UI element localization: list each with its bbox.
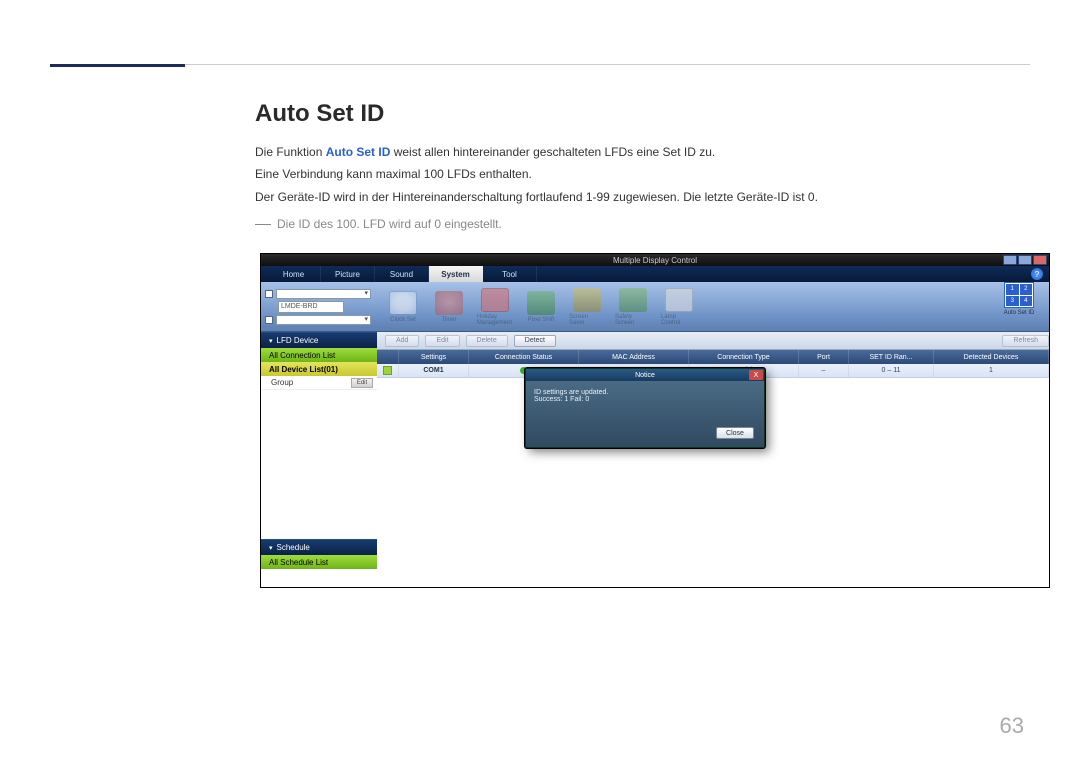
th-settings: Settings: [399, 350, 469, 364]
th-port: Port: [799, 350, 849, 364]
paragraph-3: Der Geräte-ID wird in der Hintereinander…: [255, 187, 1035, 207]
note-text: Die ID des 100. LFD wird auf 0 eingestel…: [277, 217, 502, 231]
sidebar: LFD Device All Connection List All Devic…: [261, 332, 377, 587]
help-button[interactable]: ?: [1031, 268, 1043, 280]
edit-button[interactable]: Edit: [351, 378, 373, 388]
cell-detected: 1: [934, 364, 1049, 377]
sidebar-header-schedule[interactable]: Schedule: [261, 539, 377, 555]
tab-sound[interactable]: Sound: [375, 266, 429, 282]
th-setid-range: SET ID Ran...: [849, 350, 934, 364]
cell-settings: COM1: [399, 364, 469, 377]
cell-range: 0 – 11: [849, 364, 934, 377]
clock-set-icon[interactable]: Clock Set: [385, 291, 421, 323]
window-controls: [1003, 255, 1047, 265]
add-button[interactable]: Add: [385, 335, 419, 347]
refresh-button[interactable]: Refresh: [1002, 335, 1049, 347]
p1-prefix: Die Funktion: [255, 145, 326, 159]
checkbox-icon[interactable]: [265, 316, 273, 324]
lower-pane: LFD Device All Connection List All Devic…: [261, 332, 1049, 587]
cell-port: –: [799, 364, 849, 377]
device-dropdown[interactable]: [276, 289, 371, 299]
auto-set-id-button[interactable]: 1 2 3 4 Auto Set ID: [999, 282, 1039, 331]
page-rule: [50, 64, 1030, 65]
maximize-button[interactable]: [1018, 255, 1032, 265]
dialog-title: Notice X: [526, 369, 764, 381]
p1-suffix: weist allen hintereinander geschalteten …: [390, 145, 715, 159]
section-heading: Auto Set ID: [255, 100, 1035, 128]
dialog-ok-button[interactable]: Close: [716, 427, 754, 439]
tab-picture[interactable]: Picture: [321, 266, 375, 282]
auto-set-id-label: Auto Set ID: [1004, 310, 1035, 316]
holiday-icon[interactable]: Holiday Management: [477, 288, 513, 326]
ribbon-strip: LMDE-BRD Clock Set Timer Holiday Managem…: [261, 282, 1049, 332]
page-rule-accent: [50, 64, 185, 67]
dialog-body: ID settings are updated. Success: 1 Fail…: [526, 381, 764, 447]
main-pane: Add Edit Delete Detect Refresh Settings …: [377, 332, 1049, 587]
checkbox-icon[interactable]: [265, 290, 273, 298]
page-number: 63: [1000, 713, 1024, 739]
th-conn-type: Connection Type: [689, 350, 799, 364]
id-input[interactable]: LMDE-BRD: [278, 301, 344, 313]
tab-system[interactable]: System: [429, 266, 483, 282]
window-title: Multiple Display Control: [613, 256, 697, 265]
minimize-button[interactable]: [1003, 255, 1017, 265]
device-dropdown-2[interactable]: [276, 315, 371, 325]
sidebar-group-item[interactable]: Group Edit: [261, 376, 377, 390]
safety-screen-icon[interactable]: Safety Screen: [615, 288, 651, 326]
table-header: Settings Connection Status MAC Address C…: [377, 350, 1049, 364]
sidebar-spacer: [261, 569, 377, 587]
dialog-line2: Success: 1 Fail: 0: [534, 396, 756, 403]
app-screenshot: Multiple Display Control Home Picture So…: [260, 253, 1050, 588]
main-tabs: Home Picture Sound System Tool ?: [261, 266, 1049, 282]
th-check: [377, 350, 399, 364]
ribbon-icons: Clock Set Timer Holiday Management Pixel…: [375, 282, 999, 331]
dash-icon: [255, 224, 271, 225]
sidebar-all-connection[interactable]: All Connection List: [261, 348, 377, 362]
tab-home[interactable]: Home: [267, 266, 321, 282]
screen-saver-icon[interactable]: Screen Saver: [569, 288, 605, 326]
row-checkbox[interactable]: [383, 366, 392, 375]
tab-tool[interactable]: Tool: [483, 266, 537, 282]
dialog-line1: ID settings are updated.: [534, 389, 756, 396]
notice-dialog: Notice X ID settings are updated. Succes…: [525, 368, 765, 448]
edit-button[interactable]: Edit: [425, 335, 459, 347]
toolbar: Add Edit Delete Detect Refresh: [377, 332, 1049, 350]
delete-button[interactable]: Delete: [466, 335, 508, 347]
lamp-control-icon[interactable]: Lamp Control: [661, 288, 697, 326]
ribbon-left: LMDE-BRD: [261, 282, 375, 331]
sidebar-header-lfd[interactable]: LFD Device: [261, 332, 377, 348]
note-row: Die ID des 100. LFD wird auf 0 eingestel…: [255, 217, 1035, 231]
dialog-close-button[interactable]: X: [749, 370, 763, 380]
p1-blue: Auto Set ID: [326, 145, 391, 159]
paragraph-2: Eine Verbindung kann maximal 100 LFDs en…: [255, 164, 1035, 184]
th-mac: MAC Address: [579, 350, 689, 364]
sidebar-body: Group Edit: [261, 376, 377, 539]
sidebar-all-device-list[interactable]: All Device List(01): [261, 362, 377, 376]
sidebar-all-schedule[interactable]: All Schedule List: [261, 555, 377, 569]
detect-button[interactable]: Detect: [514, 335, 556, 347]
pixel-shift-icon[interactable]: Pixel Shift: [523, 291, 559, 323]
th-conn-status: Connection Status: [469, 350, 579, 364]
timer-icon[interactable]: Timer: [431, 291, 467, 323]
content-block: Auto Set ID Die Funktion Auto Set ID wei…: [255, 100, 1035, 231]
paragraph-1: Die Funktion Auto Set ID weist allen hin…: [255, 142, 1035, 162]
th-detected: Detected Devices: [934, 350, 1049, 364]
close-window-button[interactable]: [1033, 255, 1047, 265]
window-titlebar: Multiple Display Control: [261, 254, 1049, 266]
